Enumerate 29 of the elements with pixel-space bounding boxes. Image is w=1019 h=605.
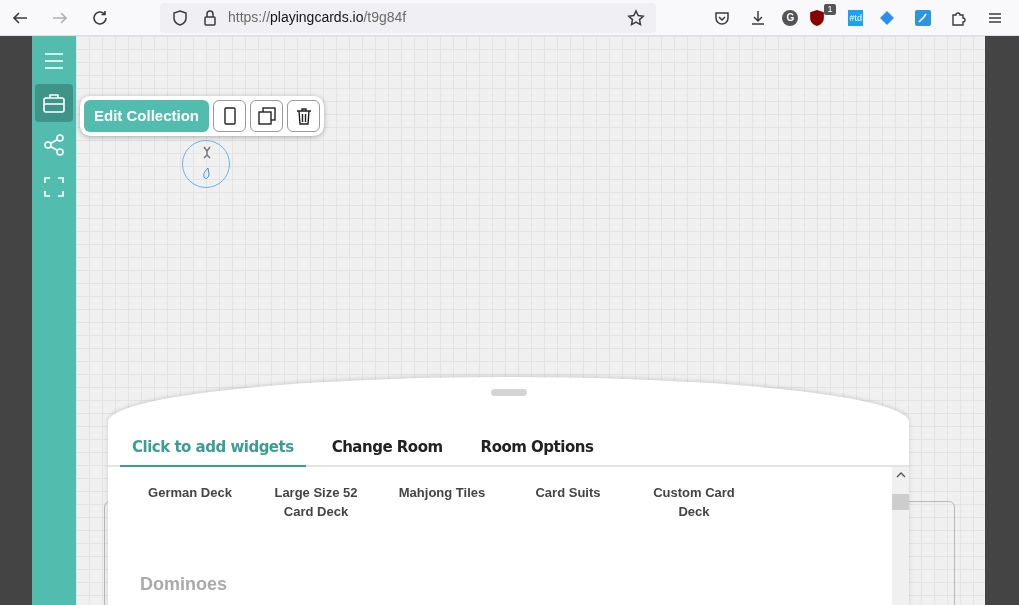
panel-tab[interactable]: Room Options [468, 432, 606, 467]
fullscreen-icon [42, 175, 66, 199]
figure-icon [201, 145, 213, 159]
widget-label[interactable]: Custom Card Deck [644, 482, 744, 521]
briefcase-icon [42, 91, 66, 115]
card-button[interactable] [213, 100, 246, 132]
widget-label[interactable]: Card Suits [518, 482, 618, 521]
scrollbar[interactable] [892, 466, 909, 605]
scroll-up-icon[interactable] [895, 470, 906, 479]
address-bar[interactable]: https://playingcards.io/t9g84f [160, 2, 656, 33]
extension-button[interactable]: 1 [810, 5, 837, 30]
section-heading: Dominoes [140, 572, 228, 596]
widget-label[interactable]: Large Size 52 Card Deck [266, 482, 366, 521]
widget-label[interactable]: German Deck [140, 482, 240, 521]
scroll-thumb[interactable] [892, 493, 909, 510]
delete-button[interactable] [287, 100, 320, 132]
duplicate-icon [257, 107, 276, 125]
trash-icon [295, 107, 312, 125]
drag-handle[interactable] [490, 389, 527, 396]
share-icon [42, 133, 66, 157]
card-icon [223, 107, 236, 125]
duplicate-button[interactable] [250, 100, 283, 132]
url-text: https://playingcards.io/t9g84f [228, 8, 407, 27]
extension-avatar[interactable]: G [782, 9, 799, 26]
panel-tab[interactable]: Change Room [319, 432, 455, 467]
drop-icon [202, 167, 211, 179]
widget-label[interactable]: Mahjong Tiles [392, 482, 492, 521]
shield-icon [810, 9, 825, 26]
briefcase-button[interactable] [35, 84, 73, 122]
